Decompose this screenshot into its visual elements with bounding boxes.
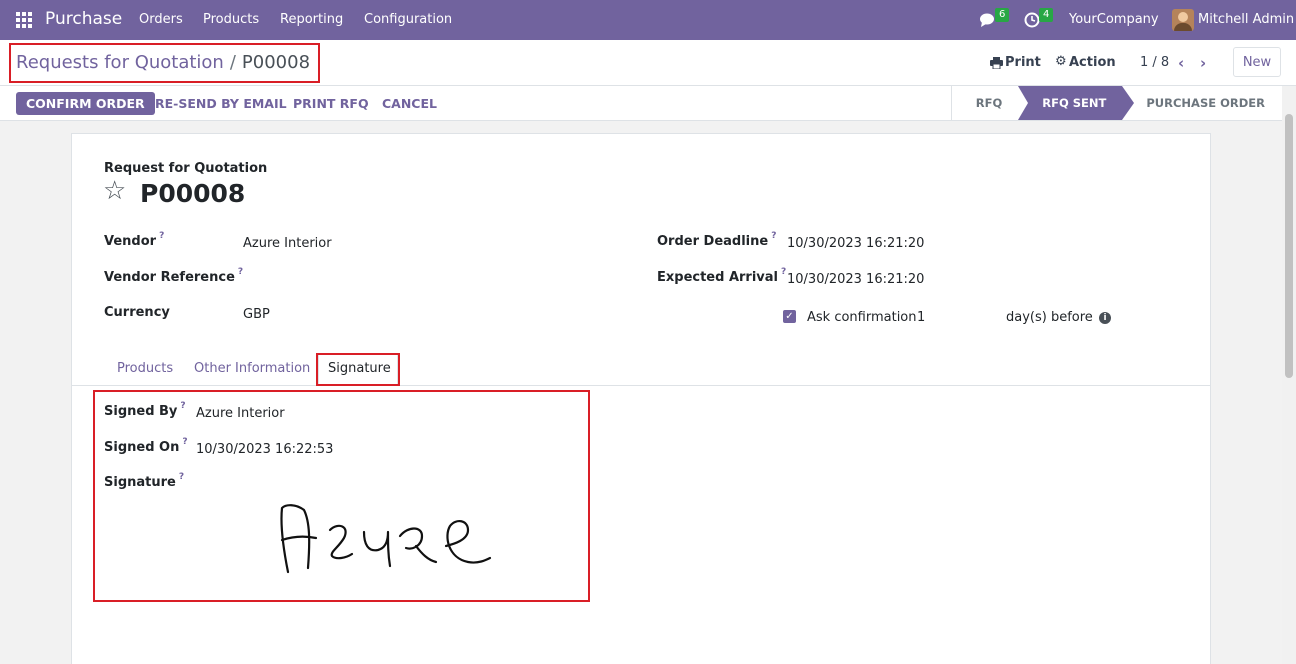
menu-reporting[interactable]: Reporting bbox=[280, 12, 343, 27]
record-title: P00008 bbox=[140, 179, 246, 208]
new-button[interactable]: New bbox=[1233, 47, 1281, 77]
currency-label: Currency bbox=[104, 305, 170, 320]
expected-arrival-label: Expected Arrival? bbox=[657, 267, 787, 285]
ask-confirmation-label: Ask confirmation bbox=[807, 310, 917, 325]
tabs-divider bbox=[72, 385, 1210, 386]
menu-orders[interactable]: Orders bbox=[139, 12, 183, 27]
company-switcher[interactable]: YourCompany bbox=[1069, 12, 1159, 27]
reminder-days-field[interactable]: 1 bbox=[917, 310, 925, 325]
form-sheet: Request for Quotation ☆ P00008 Vendor? A… bbox=[71, 133, 1211, 664]
currency-field[interactable]: GBP bbox=[243, 307, 270, 322]
signature-tab-highlight-box bbox=[316, 353, 400, 386]
expected-arrival-tooltip-icon[interactable]: ? bbox=[781, 267, 786, 277]
user-menu[interactable]: Mitchell Admin bbox=[1198, 12, 1294, 27]
pager-previous-icon[interactable]: ‹ bbox=[1178, 54, 1184, 72]
user-avatar[interactable] bbox=[1172, 9, 1194, 31]
app-name[interactable]: Purchase bbox=[45, 9, 122, 29]
menu-products[interactable]: Products bbox=[203, 12, 259, 27]
form-subtitle: Request for Quotation bbox=[104, 161, 268, 176]
tab-products[interactable]: Products bbox=[117, 361, 173, 376]
status-bar: CONFIRM ORDER RE-SEND BY EMAIL PRINT RFQ… bbox=[0, 86, 1282, 121]
print-icon[interactable] bbox=[990, 57, 1003, 69]
stage-rfq[interactable]: RFQ bbox=[950, 86, 1028, 120]
order-deadline-tooltip-icon[interactable]: ? bbox=[771, 231, 776, 241]
signature-section-highlight-box bbox=[93, 390, 590, 602]
menu-configuration[interactable]: Configuration bbox=[364, 12, 452, 27]
order-deadline-field[interactable]: 10/30/2023 16:21:20 bbox=[787, 236, 924, 251]
days-before-label: day(s) before bbox=[1006, 310, 1093, 325]
scrollbar-thumb[interactable] bbox=[1285, 114, 1293, 378]
vendor-field[interactable]: Azure Interior bbox=[243, 236, 332, 251]
vendor-label: Vendor? bbox=[104, 231, 165, 249]
tab-other-information[interactable]: Other Information bbox=[194, 361, 310, 376]
pager-next-icon[interactable]: › bbox=[1200, 54, 1206, 72]
vendor-reference-label: Vendor Reference? bbox=[104, 267, 244, 285]
stage-pipeline: RFQ RFQ SENT PURCHASE ORDER bbox=[950, 86, 1282, 120]
gear-icon[interactable]: ⚙ bbox=[1055, 54, 1067, 69]
vendor-reference-field[interactable] bbox=[243, 272, 543, 288]
apps-menu-icon[interactable] bbox=[16, 12, 32, 28]
print-rfq-button[interactable]: PRINT RFQ bbox=[283, 92, 379, 115]
print-button[interactable]: Print bbox=[1005, 55, 1041, 70]
stage-rfq-sent[interactable]: RFQ SENT bbox=[1018, 86, 1135, 120]
control-panel: Requests for Quotation / P00008 Print ⚙ Ac… bbox=[0, 40, 1296, 86]
info-icon[interactable]: i bbox=[1099, 312, 1111, 324]
vendor-tooltip-icon[interactable]: ? bbox=[159, 231, 164, 241]
expected-arrival-field[interactable]: 10/30/2023 16:21:20 bbox=[787, 272, 924, 287]
stage-purchase-order[interactable]: PURCHASE ORDER bbox=[1122, 86, 1282, 120]
activities-badge: 4 bbox=[1039, 8, 1054, 22]
action-button[interactable]: Action bbox=[1069, 55, 1116, 70]
breadcrumb-highlight-box bbox=[9, 43, 320, 83]
favorite-star-icon[interactable]: ☆ bbox=[103, 176, 126, 206]
page-scrollbar[interactable] bbox=[1282, 86, 1296, 664]
confirm-order-button[interactable]: CONFIRM ORDER bbox=[16, 92, 155, 115]
cancel-button[interactable]: CANCEL bbox=[372, 92, 447, 115]
ask-confirmation-checkbox[interactable]: ✓ bbox=[783, 310, 796, 323]
order-deadline-label: Order Deadline? bbox=[657, 231, 777, 249]
top-navbar: Purchase Orders Products Reporting Confi… bbox=[0, 0, 1296, 40]
clock-icon[interactable] bbox=[1024, 12, 1040, 28]
resend-by-email-button[interactable]: RE-SEND BY EMAIL bbox=[145, 92, 297, 115]
messages-badge: 6 bbox=[995, 8, 1010, 22]
pager-value[interactable]: 1 / 8 bbox=[1140, 55, 1169, 70]
